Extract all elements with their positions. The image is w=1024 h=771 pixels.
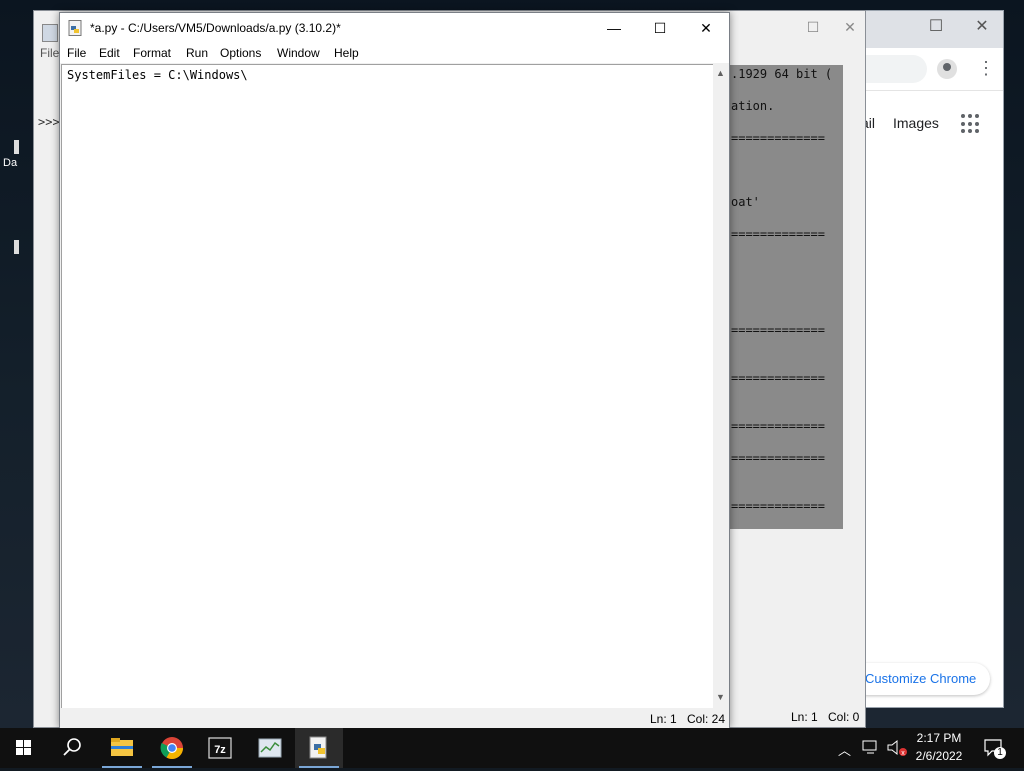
idle-app-icon [42, 24, 58, 42]
status-col: Col: 24 [687, 712, 726, 726]
menu-file[interactable]: File [40, 46, 59, 60]
editor-menubar: File Edit Format Run Options Window Help [60, 43, 729, 63]
google-apps-icon[interactable] [961, 114, 981, 134]
shell-output-line: ============= [731, 371, 825, 385]
status-line: Ln: 1 [650, 712, 677, 726]
menu-options[interactable]: Options [220, 46, 261, 60]
search-icon[interactable] [48, 728, 96, 768]
notification-count: 1 [997, 747, 1003, 758]
editor-title: *a.py - C:/Users/VM5/Downloads/a.py (3.1… [90, 21, 341, 35]
python-idle-icon[interactable] [295, 728, 343, 768]
maximize-button[interactable]: ☐ [913, 11, 959, 43]
maximize-button[interactable]: ☐ [790, 11, 836, 43]
scroll-up-icon[interactable]: ▲ [716, 68, 725, 78]
chevron-up-icon[interactable]: ︿ [838, 740, 851, 759]
7zip-icon[interactable]: 7z [196, 728, 244, 768]
shell-output-line: ation. [731, 99, 775, 113]
file-explorer-icon[interactable] [98, 728, 146, 768]
images-link[interactable]: Images [893, 115, 939, 131]
menu-icon[interactable]: ⋮ [977, 58, 995, 78]
desktop-icon-label[interactable]: Da [3, 157, 17, 169]
desktop-icon[interactable] [14, 240, 19, 254]
minimize-button[interactable]: — [591, 13, 637, 43]
task-manager-icon[interactable] [246, 728, 294, 768]
editor-scrollbar[interactable]: ▲ ▼ [713, 64, 729, 707]
shell-status-line: Ln: 1 [791, 710, 818, 724]
code-line[interactable]: SystemFiles = C:\Windows\ [67, 68, 248, 82]
shell-output-line: ============= [731, 419, 825, 433]
shell-status-col: Col: 0 [828, 710, 860, 724]
menu-run[interactable]: Run [186, 46, 208, 60]
menu-edit[interactable]: Edit [99, 46, 120, 60]
shell-output-line: oat' [731, 195, 760, 209]
menu-help[interactable]: Help [334, 46, 359, 60]
svg-text:x: x [901, 750, 905, 757]
customize-chrome-button[interactable]: Customize Chrome [851, 663, 991, 695]
start-button[interactable] [0, 728, 48, 768]
shell-output-line: ============= [731, 131, 825, 145]
desktop-icon[interactable] [14, 140, 19, 154]
shell-output-line: ============= [731, 499, 825, 513]
close-button[interactable]: ✕ [836, 11, 864, 43]
svg-text:7z: 7z [214, 744, 226, 756]
shell-scrollbar[interactable] [848, 65, 864, 705]
close-button[interactable]: ✕ [683, 13, 729, 43]
profile-icon[interactable] [937, 59, 957, 79]
shell-output-line: .1929 64 bit ( [731, 67, 833, 81]
menu-window[interactable]: Window [277, 46, 320, 60]
editor-statusbar: Ln: 1 Col: 24 [60, 710, 729, 728]
shell-output-line: ============= [731, 323, 825, 337]
chrome-icon[interactable] [148, 728, 196, 768]
shell-output-line: ============= [731, 227, 825, 241]
idle-editor-window: *a.py - C:/Users/VM5/Downloads/a.py (3.1… [59, 12, 730, 728]
scroll-down-icon[interactable]: ▼ [716, 692, 725, 702]
editor-titlebar[interactable]: *a.py - C:/Users/VM5/Downloads/a.py (3.1… [60, 13, 729, 43]
clock-time[interactable]: 2:17 PM [911, 731, 967, 745]
menu-file[interactable]: File [67, 46, 86, 60]
network-icon[interactable] [862, 739, 880, 758]
shell-output-line: ============= [731, 451, 825, 465]
close-button[interactable]: ✕ [959, 11, 1005, 43]
clock-date[interactable]: 2/6/2022 [911, 749, 967, 763]
code-editor[interactable]: SystemFiles = C:\Windows\ [61, 64, 713, 708]
menu-format[interactable]: Format [133, 46, 171, 60]
maximize-button[interactable]: ☐ [637, 13, 683, 43]
taskbar: 7z ︿ x 2:17 PM 2/6/2022 1 [0, 728, 1024, 768]
shell-prompt: >>> [38, 115, 60, 129]
shell-output: .1929 64 bit ( ation. ============= oat'… [729, 65, 843, 529]
python-file-icon [68, 20, 82, 36]
volume-muted-icon[interactable]: x [886, 739, 908, 760]
